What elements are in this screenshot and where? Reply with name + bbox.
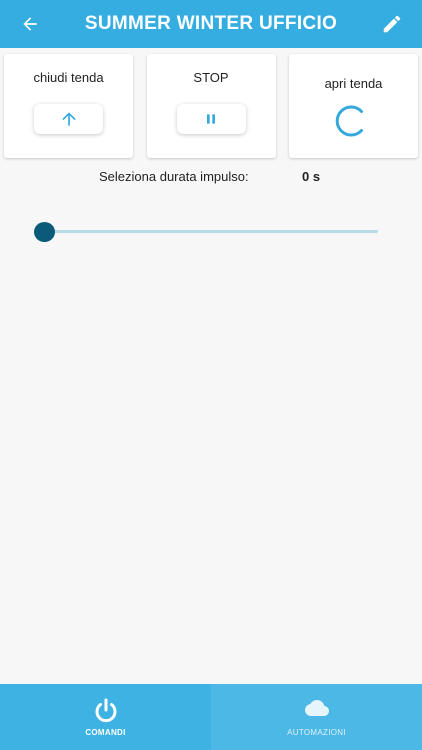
slider-track[interactable] (34, 230, 378, 233)
nav-label-automazioni: AUTOMAZIONI (287, 728, 346, 737)
page-title: SUMMER WINTER UFFICIO (84, 13, 338, 34)
arrow-up-icon (61, 112, 76, 126)
nav-item-comandi[interactable]: COMANDI (0, 684, 211, 750)
impulse-slider[interactable] (34, 222, 378, 242)
edit-button[interactable] (374, 6, 410, 42)
impulse-row: Seleziona durata impulso: 0 s (0, 169, 422, 187)
command-cards: chiudi tenda STOP apri tenda (4, 54, 418, 158)
stop-button[interactable] (176, 104, 246, 134)
close-curtain-button[interactable] (34, 104, 103, 134)
power-icon (95, 698, 116, 723)
app-screen: SUMMER WINTER UFFICIO chiudi tenda STOP (0, 0, 422, 750)
pencil-icon (383, 15, 401, 33)
impulse-label: Seleziona durata impulso: (99, 169, 249, 184)
arrow-left-icon (23, 17, 37, 31)
bottom-nav: COMANDI AUTOMAZIONI (0, 684, 422, 750)
nav-label-comandi: COMANDI (85, 728, 126, 737)
pause-icon (207, 114, 215, 124)
loading-spinner-icon (335, 105, 363, 137)
header-bar: SUMMER WINTER UFFICIO (0, 0, 422, 48)
cloud-icon (304, 700, 329, 716)
slider-thumb[interactable] (34, 222, 55, 242)
stop-label: STOP (193, 70, 229, 85)
close-curtain-card: chiudi tenda (4, 54, 133, 158)
close-curtain-label: chiudi tenda (33, 70, 104, 85)
nav-item-automazioni[interactable]: AUTOMAZIONI (211, 684, 422, 750)
impulse-value: 0 s (302, 169, 321, 184)
stop-card: STOP (146, 54, 276, 158)
open-curtain-card[interactable]: apri tenda (289, 54, 418, 158)
back-button[interactable] (12, 6, 48, 42)
open-curtain-label: apri tenda (324, 76, 383, 91)
